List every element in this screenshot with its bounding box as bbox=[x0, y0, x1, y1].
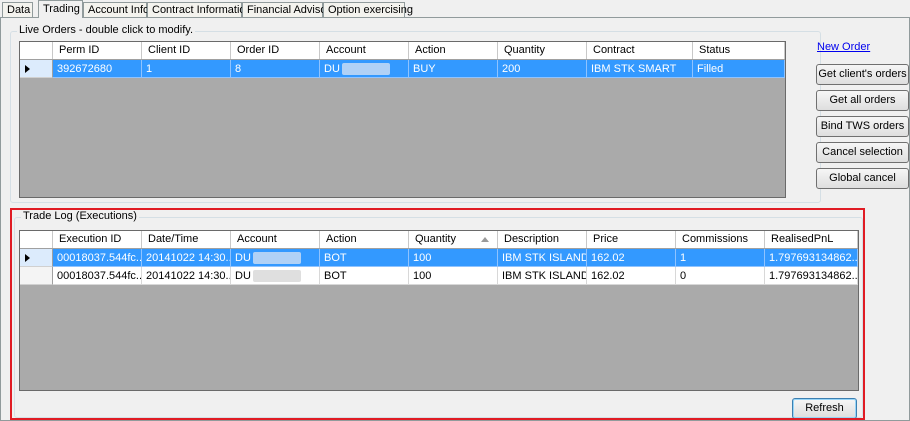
cell-quantity[interactable]: 200 bbox=[498, 60, 587, 78]
tab-financial-advisor[interactable]: Financial Advisor bbox=[242, 2, 330, 17]
cell-client-id[interactable]: 1 bbox=[142, 60, 231, 78]
trade-log-highlight-frame bbox=[10, 208, 865, 420]
col-perm-id[interactable]: Perm ID bbox=[53, 42, 142, 59]
redacted-mask bbox=[341, 63, 390, 76]
col-quantity[interactable]: Quantity bbox=[498, 42, 587, 59]
cancel-selection-button[interactable]: Cancel selection bbox=[816, 142, 909, 163]
tab-option-exercising[interactable]: Option exercising bbox=[323, 2, 413, 17]
cell-perm-id[interactable]: 392672680 bbox=[53, 60, 142, 78]
current-row-arrow-icon bbox=[25, 65, 30, 73]
tab-contract-information[interactable]: Contract Information bbox=[147, 2, 252, 17]
col-account[interactable]: Account bbox=[320, 42, 409, 59]
cell-status[interactable]: Filled bbox=[693, 60, 785, 78]
cell-contract[interactable]: IBM STK SMART bbox=[587, 60, 693, 78]
table-row[interactable]: 392672680 1 8 DU BUY 200 IBM STK SMART F… bbox=[20, 60, 785, 78]
grid-corner bbox=[20, 42, 53, 59]
col-contract[interactable]: Contract bbox=[587, 42, 693, 59]
row-header[interactable] bbox=[20, 60, 53, 78]
account-text: DU bbox=[324, 63, 340, 75]
cell-account[interactable]: DU bbox=[320, 60, 409, 78]
tab-data[interactable]: Data bbox=[2, 2, 33, 17]
live-orders-grid[interactable]: Perm ID Client ID Order ID Account Actio… bbox=[19, 41, 786, 198]
get-all-orders-button[interactable]: Get all orders bbox=[816, 90, 909, 111]
global-cancel-button[interactable]: Global cancel bbox=[816, 168, 909, 189]
tab-trading[interactable]: Trading bbox=[38, 0, 83, 18]
col-status[interactable]: Status bbox=[693, 42, 785, 59]
cell-order-id[interactable]: 8 bbox=[231, 60, 320, 78]
col-action[interactable]: Action bbox=[409, 42, 498, 59]
new-order-link[interactable]: New Order bbox=[817, 41, 870, 53]
live-orders-title: Live Orders - double click to modify. bbox=[17, 24, 196, 36]
tab-strip: Data Trading Account Info Contract Infor… bbox=[0, 0, 910, 18]
bind-tws-orders-button[interactable]: Bind TWS orders bbox=[816, 116, 909, 137]
live-orders-header: Perm ID Client ID Order ID Account Actio… bbox=[20, 42, 785, 60]
cell-action[interactable]: BUY bbox=[409, 60, 498, 78]
col-client-id[interactable]: Client ID bbox=[142, 42, 231, 59]
tab-account-info[interactable]: Account Info bbox=[83, 2, 149, 17]
get-clients-orders-button[interactable]: Get client's orders bbox=[816, 64, 909, 85]
col-order-id[interactable]: Order ID bbox=[231, 42, 320, 59]
